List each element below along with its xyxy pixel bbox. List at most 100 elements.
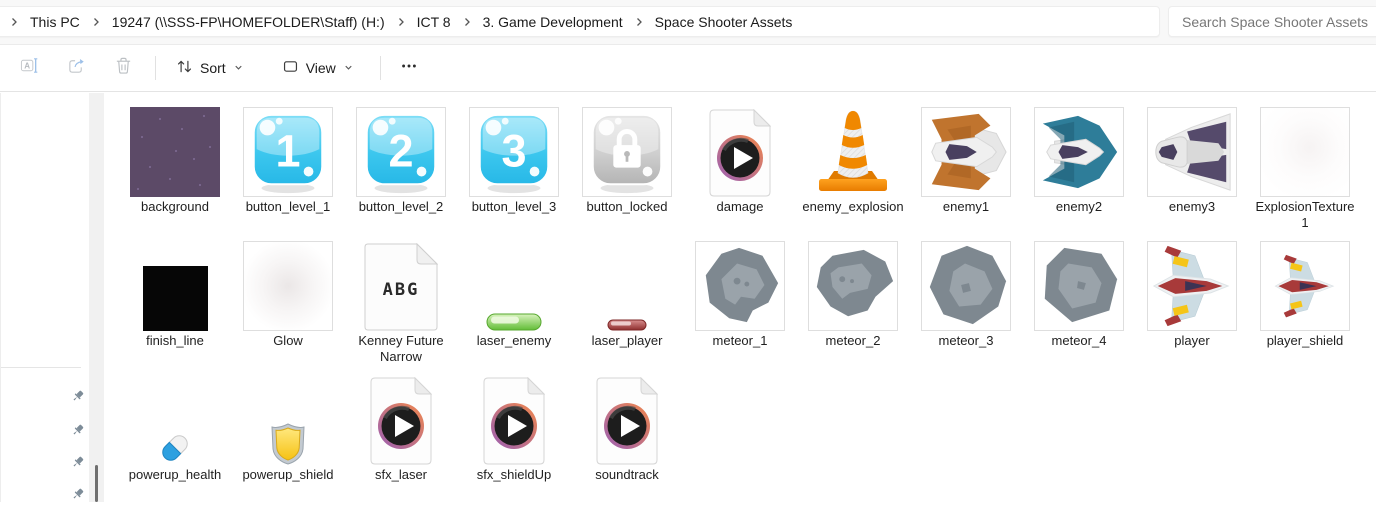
file-label: soundtrack: [595, 467, 659, 482]
file-item[interactable]: meteor_3: [910, 237, 1022, 349]
file-label: background: [141, 199, 209, 214]
file-item[interactable]: ExplosionTexture1: [1249, 103, 1361, 231]
file-item[interactable]: 2 button_level_2: [345, 103, 457, 215]
file-thumbnail: 2: [345, 103, 457, 197]
file-item[interactable]: enemy1: [910, 103, 1022, 215]
file-item[interactable]: laser_player: [571, 237, 683, 349]
file-item[interactable]: background: [119, 103, 231, 215]
chevron-down-icon: [343, 60, 354, 76]
file-thumbnail: [684, 103, 796, 197]
breadcrumb-item[interactable]: 19247 (\\SSS-FP\HOMEFOLDER\Staff) (H:): [103, 10, 394, 34]
more-options-button[interactable]: [389, 51, 429, 85]
file-thumbnail: [684, 237, 796, 331]
file-label: Kenney Future Narrow: [358, 333, 444, 364]
file-label: laser_player: [591, 333, 663, 348]
file-label: ExplosionTexture1: [1255, 199, 1355, 230]
file-item[interactable]: powerup_shield: [232, 371, 344, 483]
trash-icon: [114, 56, 133, 80]
sidebar-divider: [1, 367, 81, 368]
breadcrumb-item[interactable]: Space Shooter Assets: [646, 10, 802, 34]
breadcrumb-item[interactable]: ICT 8: [408, 10, 460, 34]
file-label: damage: [716, 199, 764, 214]
file-item[interactable]: Glow: [232, 237, 344, 349]
file-item[interactable]: enemy2: [1023, 103, 1135, 215]
file-item[interactable]: powerup_health: [119, 371, 231, 483]
file-thumbnail: 3: [458, 103, 570, 197]
search-box[interactable]: [1168, 6, 1376, 37]
file-item[interactable]: finish_line: [119, 237, 231, 349]
file-item[interactable]: ABG Kenney Future Narrow: [345, 237, 457, 365]
file-thumbnail: [910, 103, 1022, 197]
sort-icon: [176, 58, 193, 78]
file-thumbnail: [1136, 237, 1248, 331]
file-thumbnail: [571, 371, 683, 465]
share-button[interactable]: [53, 51, 100, 85]
file-item[interactable]: player: [1136, 237, 1248, 349]
file-label: powerup_health: [128, 467, 222, 482]
file-label: enemy2: [1055, 199, 1103, 214]
file-item[interactable]: soundtrack: [571, 371, 683, 483]
file-item[interactable]: meteor_1: [684, 237, 796, 349]
pin-icon[interactable]: [71, 455, 85, 469]
navigation-pane: [0, 93, 89, 502]
pin-icon[interactable]: [71, 389, 85, 403]
scrollbar-thumb[interactable]: [95, 465, 98, 502]
chevron-right-icon[interactable]: [632, 16, 646, 28]
file-label: player_shield: [1266, 333, 1344, 348]
toolbar-divider: [155, 56, 156, 80]
file-list-area: background 1 button_level_1 2 button_level_2…: [104, 93, 1376, 502]
delete-button[interactable]: [100, 51, 147, 85]
file-item[interactable]: meteor_4: [1023, 237, 1135, 349]
file-item[interactable]: enemy_explosion: [797, 103, 909, 215]
svg-text:A: A: [24, 62, 30, 71]
file-label: meteor_3: [938, 333, 994, 348]
file-thumbnail: [1023, 103, 1135, 197]
chevron-right-icon[interactable]: [7, 16, 21, 28]
view-label: View: [305, 60, 336, 76]
file-item[interactable]: 3 button_level_3: [458, 103, 570, 215]
file-item[interactable]: player_shield: [1249, 237, 1361, 349]
file-label: player: [1174, 333, 1210, 348]
file-item[interactable]: sfx_shieldUp: [458, 371, 570, 483]
chevron-right-icon[interactable]: [394, 16, 408, 28]
file-thumbnail: [1023, 237, 1135, 331]
file-thumbnail: [232, 237, 344, 331]
chevron-right-icon[interactable]: [460, 16, 474, 28]
view-button[interactable]: View: [270, 51, 366, 85]
sidebar-scrollbar-track[interactable]: [89, 93, 104, 502]
chevron-right-icon[interactable]: [89, 16, 103, 28]
breadcrumb-item[interactable]: This PC: [21, 10, 89, 34]
file-label: meteor_1: [712, 333, 768, 348]
file-item[interactable]: sfx_laser: [345, 371, 457, 483]
share-icon: [67, 56, 86, 80]
file-item[interactable]: 1 button_level_1: [232, 103, 344, 215]
file-label: button_level_2: [358, 199, 444, 214]
file-thumbnail: [797, 103, 909, 197]
file-item[interactable]: enemy3: [1136, 103, 1248, 215]
search-input[interactable]: [1169, 13, 1376, 30]
file-item[interactable]: meteor_2: [797, 237, 909, 349]
svg-text:ABG: ABG: [383, 280, 420, 300]
file-thumbnail: [1136, 103, 1248, 197]
pin-icon[interactable]: [71, 423, 85, 437]
breadcrumb-item[interactable]: 3. Game Development: [474, 10, 632, 34]
file-label: button_locked: [586, 199, 668, 214]
svg-text:2: 2: [388, 126, 413, 177]
file-item[interactable]: laser_enemy: [458, 237, 570, 349]
file-thumbnail: 1: [232, 103, 344, 197]
sort-button[interactable]: Sort: [164, 51, 256, 85]
breadcrumb[interactable]: This PC 19247 (\\SSS-FP\HOMEFOLDER\Staff)…: [0, 6, 1160, 37]
rename-icon: A: [20, 56, 39, 80]
file-item[interactable]: button_locked: [571, 103, 683, 215]
file-label: enemy1: [942, 199, 990, 214]
file-label: button_level_3: [471, 199, 557, 214]
rename-button[interactable]: A: [6, 51, 53, 85]
file-thumbnail: [458, 371, 570, 465]
file-item[interactable]: damage: [684, 103, 796, 215]
chevron-down-icon: [233, 60, 244, 76]
pin-icon[interactable]: [71, 487, 85, 501]
ellipsis-icon: [400, 57, 418, 80]
file-thumbnail: [797, 237, 909, 331]
file-thumbnail: [571, 237, 683, 331]
file-thumbnail: [232, 371, 344, 465]
